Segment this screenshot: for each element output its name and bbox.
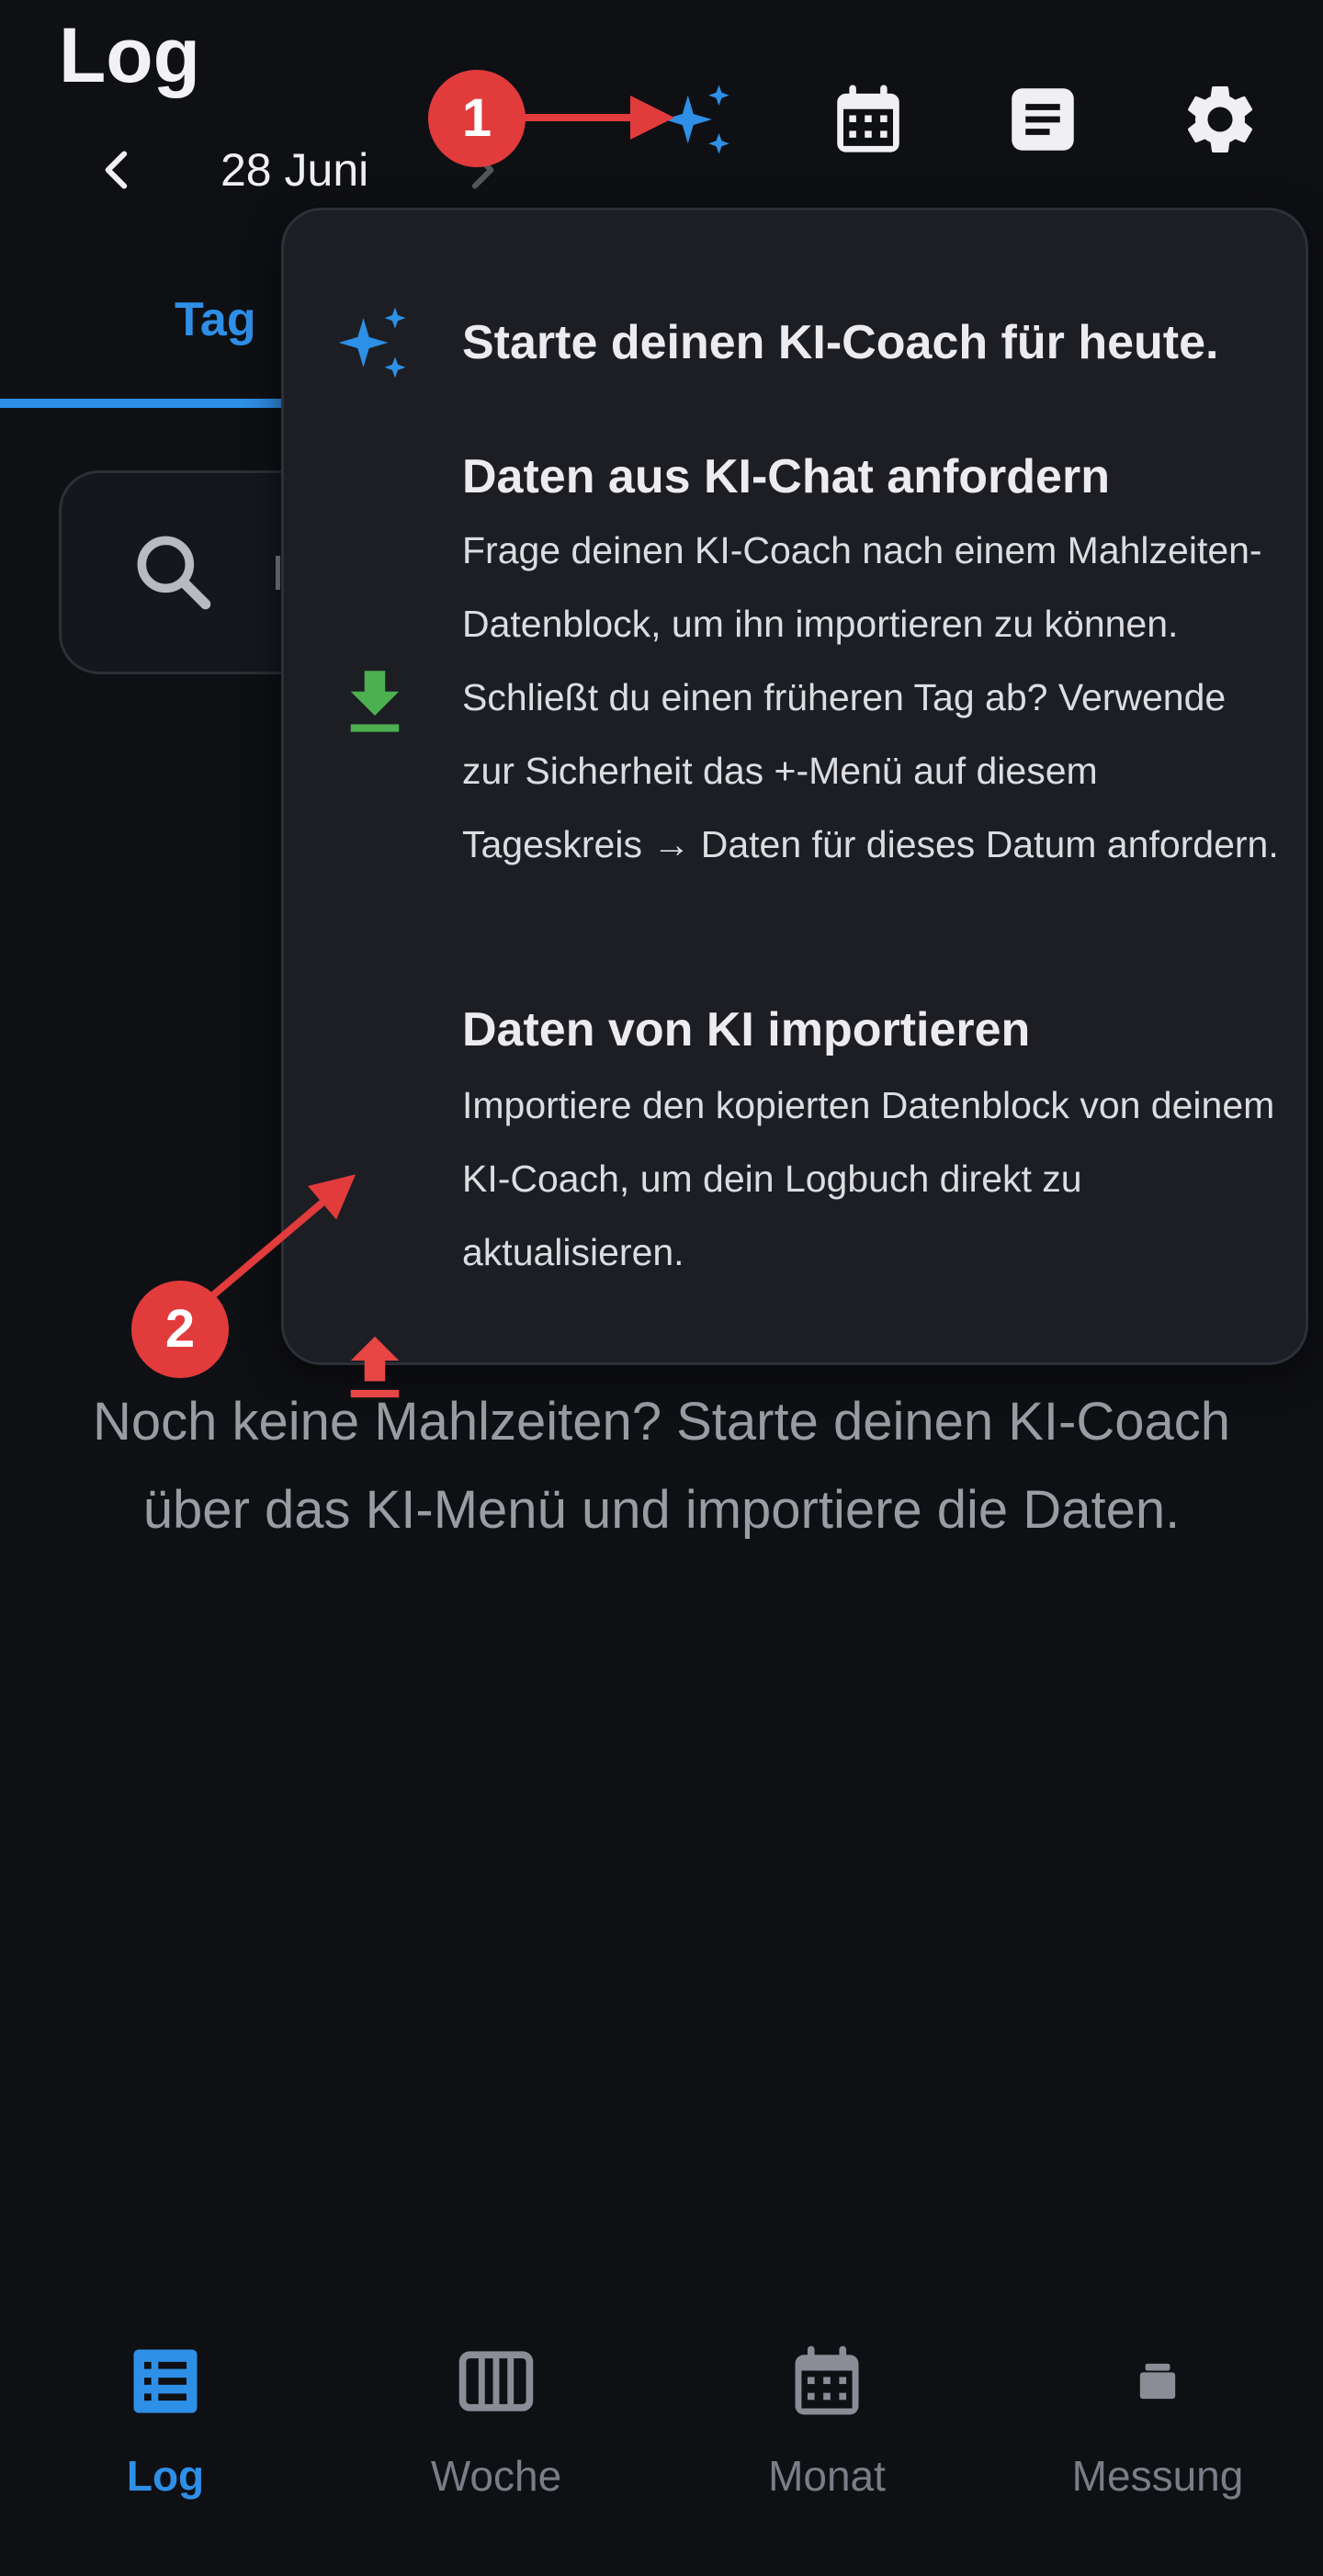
prev-day-button[interactable]	[85, 138, 149, 202]
chevron-left-icon	[105, 151, 128, 189]
bottom-navigation: Log Woche Monat Messung	[0, 2315, 1323, 2576]
nav-log[interactable]: Log	[0, 2339, 331, 2501]
start-ai-coach-label: Starte deinen KI-Coach für heute.	[462, 316, 1219, 369]
download-icon	[350, 671, 400, 732]
page-title: Log	[59, 12, 200, 98]
import-data-description: Importiere den kopierten Datenblock von …	[462, 1084, 1275, 1273]
nav-month[interactable]: Monat	[662, 2339, 992, 2501]
ai-menu-popup: Starte deinen KI-Coach für heute. Daten …	[281, 208, 1308, 1398]
week-columns-icon	[458, 2351, 534, 2412]
start-ai-coach-item[interactable]: Starte deinen KI-Coach für heute.	[284, 210, 1306, 378]
empty-state-message: Noch keine Mahlzeiten? Starte deinen KI-…	[92, 1392, 1231, 1540]
nav-week-label: Woche	[430, 2452, 562, 2500]
nav-week[interactable]: Woche	[331, 2339, 662, 2501]
calendar-button[interactable]	[822, 73, 914, 165]
notes-icon	[1012, 88, 1074, 151]
upload-icon	[350, 1336, 400, 1398]
nav-measurement-label: Messung	[1071, 2452, 1244, 2500]
notes-button[interactable]	[997, 73, 1089, 165]
sparkles-icon	[663, 85, 729, 154]
annotation-badge-2: 2	[131, 1281, 229, 1378]
search-icon	[137, 536, 211, 610]
sparkles-icon	[338, 307, 406, 378]
annotation-badge-1: 1	[428, 70, 526, 167]
nav-month-label: Monat	[768, 2452, 886, 2500]
settings-button[interactable]	[1174, 73, 1266, 165]
list-icon	[133, 2349, 198, 2413]
scale-icon	[1139, 2363, 1176, 2400]
request-data-description: Frage deinen KI-Coach nach einem Mahlzei…	[462, 529, 1279, 865]
tab-day[interactable]: Tag	[175, 292, 256, 347]
import-data-title: Daten von KI importieren	[462, 1003, 1031, 1056]
import-data-item[interactable]: Daten von KI importieren Importiere den …	[284, 993, 1306, 1398]
nav-measurement[interactable]: Messung	[992, 2339, 1323, 2501]
gear-icon	[1187, 85, 1253, 153]
calendar-icon	[795, 2345, 859, 2415]
calendar-icon	[837, 85, 899, 153]
request-data-item[interactable]: Daten aus KI-Chat anfordern Frage deinen…	[284, 440, 1306, 955]
current-date: 28 Juni	[220, 144, 369, 196]
ai-menu-button[interactable]	[652, 73, 744, 165]
nav-log-label: Log	[126, 2452, 205, 2500]
tab-indicator	[0, 399, 303, 408]
request-data-title: Daten aus KI-Chat anfordern	[462, 450, 1110, 503]
